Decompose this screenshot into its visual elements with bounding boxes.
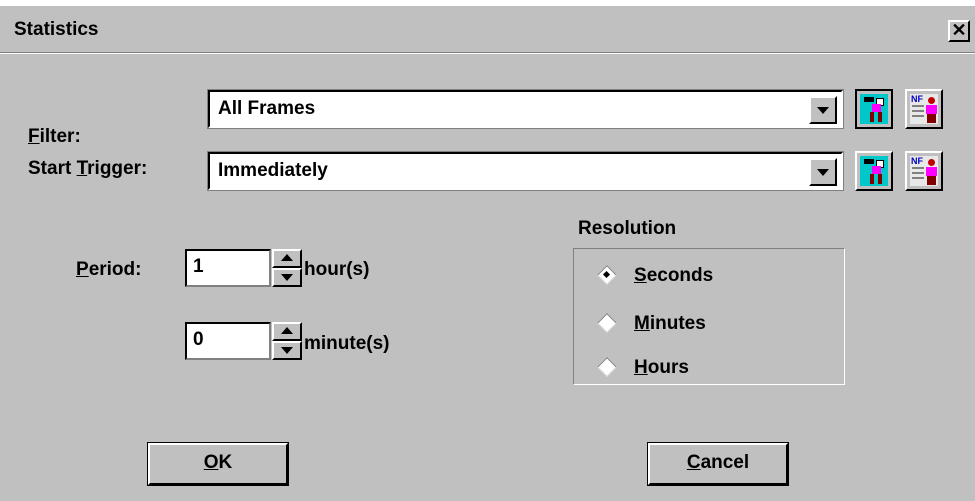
cancel-button[interactable]: Cancel: [647, 442, 789, 486]
radio-hours[interactable]: [597, 357, 617, 377]
radio-seconds[interactable]: [597, 265, 617, 285]
radio-hours-label[interactable]: Hours: [634, 357, 689, 379]
radio-minutes-label[interactable]: Minutes: [634, 313, 706, 335]
minutes-input[interactable]: 0: [185, 322, 271, 360]
start-trigger-dropdown-button[interactable]: [809, 158, 837, 186]
filter-label: Filter:: [28, 126, 81, 147]
hours-spin-up[interactable]: [272, 249, 302, 268]
filter-dropdown-button[interactable]: [809, 96, 837, 124]
filter-new-button[interactable]: NF: [905, 89, 943, 129]
binoculars-person-icon: [860, 156, 888, 186]
radio-seconds-label[interactable]: Seconds: [634, 265, 713, 287]
nf-person-icon: NF: [910, 156, 938, 186]
resolution-group-title: Resolution: [578, 218, 677, 239]
window-title: Statistics: [14, 19, 99, 40]
ok-button[interactable]: OK: [147, 442, 289, 486]
close-icon: ✕: [951, 20, 967, 40]
radio-minutes[interactable]: [597, 313, 617, 333]
nf-person-icon: NF: [910, 94, 938, 124]
trigger-expression-button[interactable]: [855, 151, 893, 191]
minutes-unit-label: minute(s): [304, 333, 390, 354]
hours-spin-down[interactable]: [272, 268, 302, 287]
filter-expression-button[interactable]: [855, 89, 893, 129]
start-trigger-label: Start Trigger:: [28, 158, 148, 179]
hours-input[interactable]: 1: [185, 249, 271, 287]
minutes-spin-up[interactable]: [272, 322, 302, 341]
trigger-new-button[interactable]: NF: [905, 151, 943, 191]
minutes-spin-down[interactable]: [272, 341, 302, 360]
start-trigger-value: Immediately: [218, 160, 328, 181]
hours-value: 1: [193, 256, 204, 277]
hours-unit-label: hour(s): [304, 259, 370, 280]
period-label: Period:: [76, 259, 142, 280]
close-button[interactable]: ✕: [948, 20, 970, 42]
binoculars-person-icon: [860, 94, 888, 124]
filter-combobox[interactable]: All Frames: [207, 89, 844, 129]
minutes-value: 0: [193, 329, 204, 350]
filter-value: All Frames: [218, 98, 316, 119]
title-bar: Statistics ✕: [0, 6, 975, 52]
title-separator-highlight: [0, 53, 975, 54]
start-trigger-combobox[interactable]: Immediately: [207, 151, 844, 191]
